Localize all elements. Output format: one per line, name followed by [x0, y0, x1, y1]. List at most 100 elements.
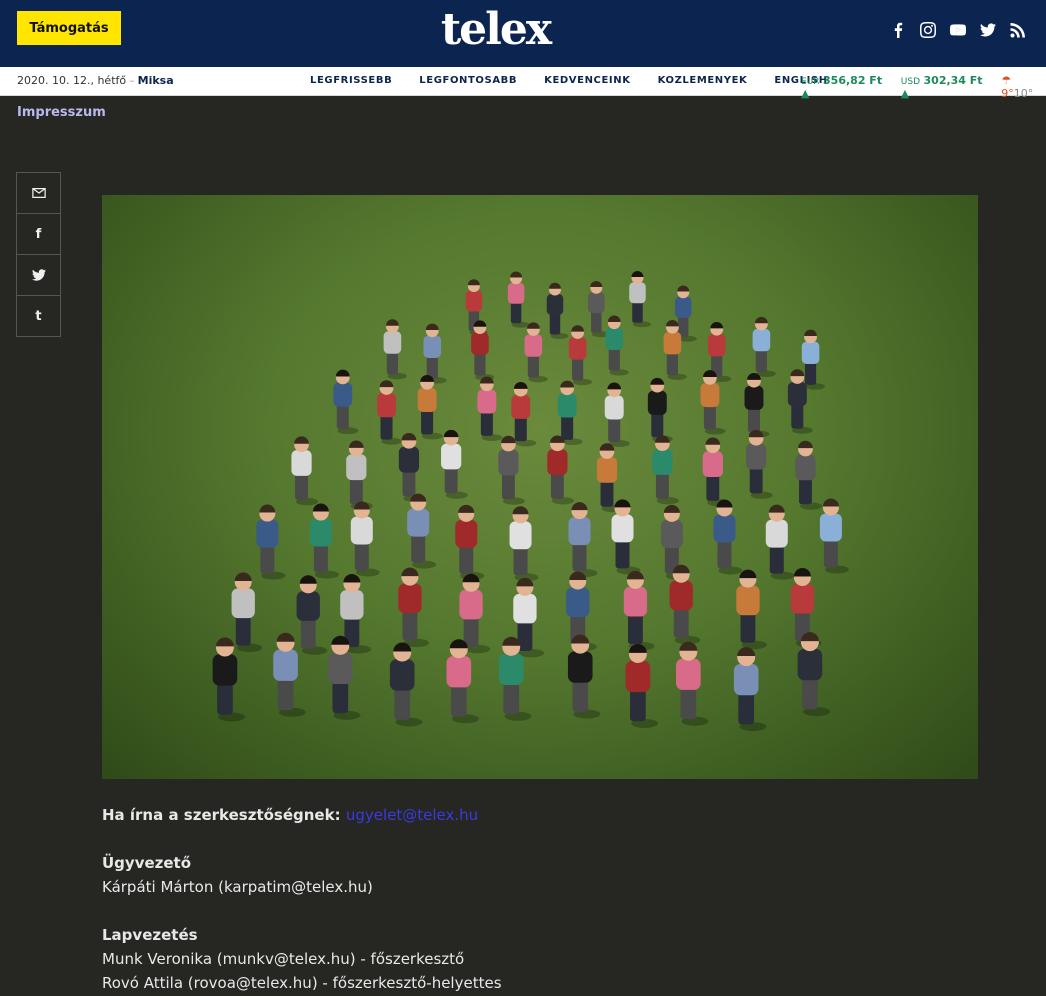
eur-rate[interactable]: EUR 356,82 Ft ▲	[801, 74, 893, 100]
crowd-person	[819, 498, 849, 574]
crowd-person	[509, 506, 539, 582]
crowd-person	[647, 377, 673, 443]
crowd-person	[296, 575, 328, 655]
date-line: 2020. 10. 12., hétfő – Miksa	[17, 74, 174, 87]
share-facebook-button[interactable]: f	[17, 214, 60, 255]
twitter-icon	[31, 269, 46, 281]
weather-widget[interactable]: ☂ 9°10°	[1001, 74, 1046, 100]
crowd-person	[507, 271, 530, 328]
crowd-person	[389, 642, 423, 727]
breadcrumb-impresszum[interactable]: Impresszum	[17, 105, 106, 120]
crowd-person	[477, 376, 503, 442]
nameday: Miksa	[137, 74, 174, 87]
crowd-person	[568, 325, 593, 386]
section-title: Lapvezetés	[102, 926, 198, 944]
crowd-person	[797, 632, 831, 717]
usd-rate[interactable]: USD 302,34 Ft ▲	[901, 74, 993, 100]
crowd-person	[588, 281, 610, 338]
section-ugyvezeto: Ügyvezető Kárpáti Márton (karpatim@telex…	[102, 851, 972, 899]
crowd-person	[795, 440, 823, 510]
crowd-person	[568, 502, 598, 578]
crowd-person	[346, 440, 373, 510]
crowd-person	[524, 322, 548, 383]
crowd-person	[455, 504, 485, 580]
social-links	[890, 22, 1026, 38]
crowd-person	[547, 435, 574, 505]
nav-item-kedvenceink[interactable]: KEDVENCEINK	[544, 75, 630, 86]
eur-value: 356,82 Ft	[823, 74, 883, 87]
share-twitter-button[interactable]	[17, 255, 60, 296]
crowd-person	[398, 433, 426, 503]
section-lapvezetes: Lapvezetés Munk Veronika (munkv@telex.hu…	[102, 923, 972, 995]
crowd-person	[629, 271, 651, 328]
crowd-person	[511, 381, 537, 447]
crowd-person	[623, 570, 655, 651]
section-line: Munk Veronika (munkv@telex.hu) - főszerk…	[102, 950, 465, 968]
team-photo	[102, 195, 978, 779]
twitter-icon[interactable]	[980, 22, 996, 38]
crowd-person	[398, 567, 430, 648]
crowd-person	[746, 429, 773, 499]
telex-logo[interactable]: telex	[438, 2, 553, 58]
contact-line: Ha írna a szerkesztőségnek: ugyelet@tele…	[102, 803, 972, 827]
up-arrow-icon: ▲	[801, 87, 810, 100]
crowd-person	[801, 329, 825, 390]
temp-high: 10°	[1013, 87, 1034, 100]
date-separator: –	[129, 74, 135, 87]
crowd-person	[604, 382, 630, 448]
crowd-person	[605, 315, 629, 376]
instagram-icon[interactable]	[920, 22, 936, 38]
team-photo-crowd	[212, 271, 849, 732]
crowd-person	[625, 643, 659, 728]
impresszum-content: Ha írna a szerkesztőségnek: ugyelet@tele…	[102, 803, 972, 995]
nav-item-legfrissebb[interactable]: LEGFRISSEBB	[310, 75, 392, 86]
youtube-icon[interactable]	[950, 22, 966, 38]
section-line: Kárpáti Márton (karpatim@telex.hu)	[102, 878, 373, 896]
crowd-person	[713, 499, 743, 575]
share-tumblr-button[interactable]: t	[17, 296, 60, 336]
crowd-person	[702, 437, 730, 507]
support-button[interactable]: Támogatás	[17, 11, 121, 45]
info-bar: 2020. 10. 12., hétfő – Miksa LEGFRISSEBB L…	[0, 67, 1046, 100]
crowd-person	[441, 429, 468, 499]
crowd-person	[676, 641, 709, 726]
crowd-person	[669, 564, 701, 645]
share-email-button[interactable]	[17, 173, 60, 214]
main-nav: LEGFRISSEBB LEGFONTOSABB KEDVENCEINK KOZ…	[310, 75, 828, 86]
crowd-person	[471, 320, 495, 381]
crowd-person	[765, 504, 795, 580]
tumblr-icon: t	[35, 308, 42, 324]
weather-icon: ☂	[1001, 74, 1012, 87]
up-arrow-icon: ▲	[900, 87, 910, 100]
crowd-person	[736, 569, 768, 650]
crowd-person	[407, 493, 437, 569]
eur-label: EUR	[801, 77, 820, 87]
facebook-icon[interactable]	[890, 22, 906, 38]
crowd-person	[350, 501, 380, 577]
crowd-person	[417, 375, 443, 440]
crowd-person	[611, 499, 641, 575]
crowd-person	[744, 372, 770, 438]
facebook-icon: f	[35, 226, 42, 242]
crowd-person	[652, 435, 679, 505]
contact-label: Ha írna a szerkesztőségnek:	[102, 806, 341, 824]
nav-item-kozlemenyek[interactable]: KOZLEMENYEK	[658, 75, 748, 86]
nav-item-legfontosabb[interactable]: LEGFONTOSABB	[419, 75, 517, 86]
crowd-person	[256, 504, 286, 580]
temp-low: 9°	[1001, 87, 1014, 100]
section-title: Ügyvezető	[102, 854, 192, 872]
crowd-person	[333, 369, 359, 435]
crowd-person	[498, 435, 525, 505]
usd-value: 302,34 Ft	[923, 74, 983, 87]
crowd-person	[309, 503, 339, 579]
usd-label: USD	[900, 77, 921, 87]
currency-ticker: EUR 356,82 Ft ▲ USD 302,34 Ft ▲ ☂ 9°10°	[801, 74, 1046, 100]
mail-icon	[31, 188, 46, 198]
contact-email-link[interactable]: ugyelet@telex.hu	[346, 806, 478, 824]
rss-icon[interactable]	[1010, 22, 1026, 38]
crowd-person	[291, 436, 319, 506]
share-bar: f t	[16, 172, 61, 337]
crowd-person	[546, 282, 569, 340]
crowd-person	[733, 647, 767, 732]
crowd-person	[383, 319, 407, 380]
